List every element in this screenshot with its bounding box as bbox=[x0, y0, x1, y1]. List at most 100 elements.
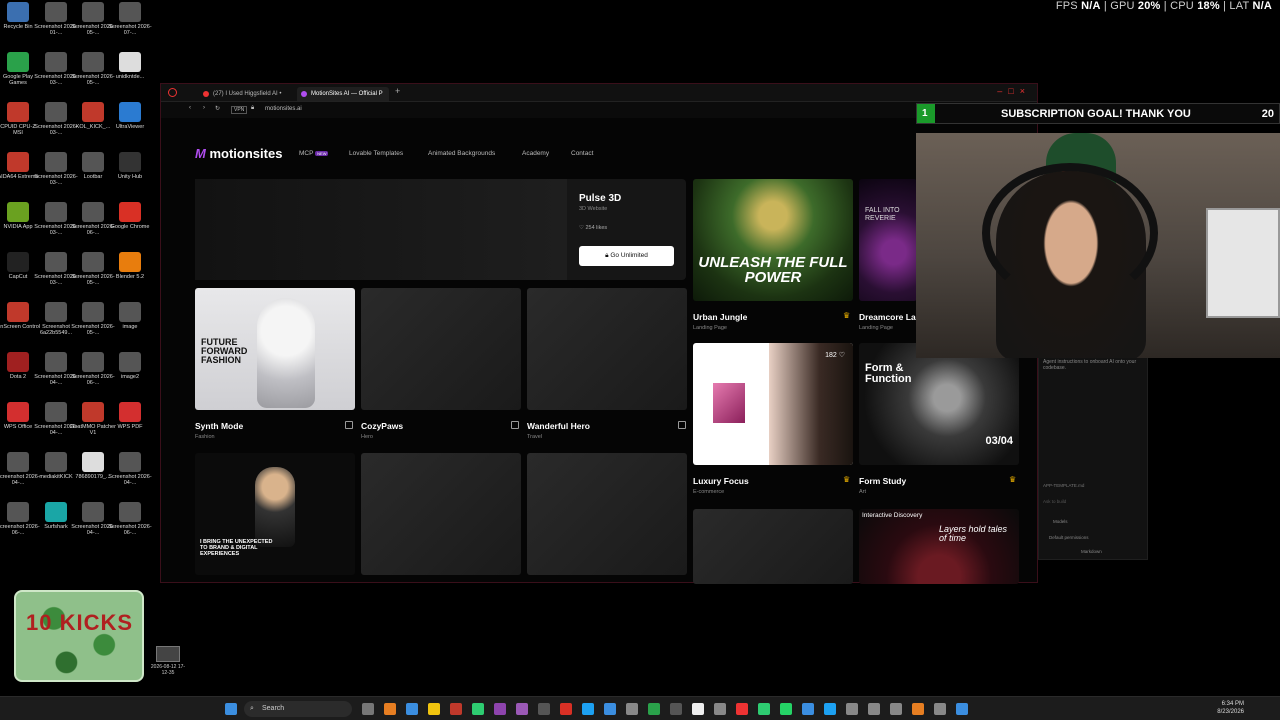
card-luxury-focus-thumb[interactable]: 182 ♡ bbox=[693, 343, 853, 465]
taskbar-app-icon[interactable] bbox=[758, 703, 770, 715]
permissions-toggle[interactable]: Default permissions bbox=[1049, 535, 1089, 540]
taskbar-app-icon[interactable] bbox=[956, 703, 968, 715]
template-file[interactable]: APP-TEMPLATE.md bbox=[1043, 483, 1084, 488]
card-title[interactable]: Dreamcore La bbox=[859, 312, 917, 322]
app-icon bbox=[45, 102, 67, 122]
taskbar-app-icon[interactable] bbox=[560, 703, 572, 715]
taskbar-app-icon[interactable] bbox=[670, 703, 682, 715]
card-form-study-thumb[interactable]: Form & Function 03/04 bbox=[859, 343, 1019, 465]
desktop-icon[interactable]: unidkntde... bbox=[107, 52, 153, 80]
site-logo[interactable]: M motionsites bbox=[195, 146, 282, 161]
system-clock[interactable]: 6:34 PM 8/23/2026 bbox=[1217, 700, 1244, 716]
card-title[interactable]: Wanderful Hero bbox=[527, 421, 590, 431]
taskbar-search[interactable]: ⌕ Search bbox=[244, 701, 352, 717]
desktop-icon[interactable]: Blender 5.2 bbox=[107, 252, 153, 280]
card-synth-mode-thumb[interactable]: FUTURE FORWARD FASHION bbox=[195, 288, 355, 410]
taskbar: ⌕ Search 6:34 PM 8/23/2026 bbox=[0, 696, 1280, 720]
card-title[interactable]: Synth Mode bbox=[195, 421, 243, 431]
models-select[interactable]: Models bbox=[1053, 519, 1068, 524]
vpn-badge[interactable]: VPN bbox=[231, 106, 248, 114]
desktop-folder[interactable]: 2026-08-12 17-12-35 bbox=[150, 646, 186, 676]
card-title[interactable]: CozyPaws bbox=[361, 421, 403, 431]
back-icon[interactable]: ‹ bbox=[189, 105, 191, 111]
taskbar-app-icon[interactable] bbox=[406, 703, 418, 715]
minimize-icon[interactable]: – bbox=[997, 86, 1008, 96]
taskbar-app-icon[interactable] bbox=[582, 703, 594, 715]
card-title[interactable]: Urban Jungle bbox=[693, 312, 747, 322]
taskbar-app-icon[interactable] bbox=[868, 703, 880, 715]
taskbar-app-icon[interactable] bbox=[538, 703, 550, 715]
new-badge: NEW bbox=[315, 151, 329, 156]
card-portfolio-thumb[interactable]: I BRING THE UNEXPECTED TO BRAND & DIGITA… bbox=[195, 453, 355, 575]
taskbar-app-icon[interactable] bbox=[648, 703, 660, 715]
card-cozypaws-thumb[interactable] bbox=[361, 288, 521, 410]
nav-academy[interactable]: Academy bbox=[522, 150, 549, 157]
ask-input[interactable]: Ask to build bbox=[1043, 499, 1066, 504]
taskbar-app-icon[interactable] bbox=[890, 703, 902, 715]
desktop-icon[interactable]: Screenshot 2026-06-... bbox=[107, 502, 153, 536]
nav-lovable-templates[interactable]: Lovable Templates bbox=[349, 150, 403, 157]
taskbar-app-icon[interactable] bbox=[362, 703, 374, 715]
taskbar-app-icon[interactable] bbox=[714, 703, 726, 715]
search-label: Search bbox=[262, 705, 285, 712]
taskbar-app-icon[interactable] bbox=[384, 703, 396, 715]
new-tab-button[interactable]: + bbox=[395, 86, 400, 96]
taskbar-app-icon[interactable] bbox=[692, 703, 704, 715]
app-icon bbox=[82, 302, 104, 322]
browser-menu-icon[interactable] bbox=[168, 88, 177, 97]
desktop-icon[interactable]: image bbox=[107, 302, 153, 330]
taskbar-app-icon[interactable] bbox=[934, 703, 946, 715]
taskbar-app-icon[interactable] bbox=[472, 703, 484, 715]
desktop-icon[interactable]: Google Chrome bbox=[107, 202, 153, 230]
desktop-icon[interactable]: UltraViewer bbox=[107, 102, 153, 130]
reload-icon[interactable]: ↻ bbox=[215, 105, 220, 112]
tab-youtube[interactable]: (27) I Used Higgsfield AI • bbox=[199, 87, 295, 101]
copy-icon[interactable] bbox=[678, 421, 686, 429]
taskbar-app-icon[interactable] bbox=[736, 703, 748, 715]
app-icon bbox=[119, 202, 141, 222]
nav-mcp[interactable]: MCP NEW bbox=[299, 150, 329, 157]
desktop-icon[interactable]: Screenshot 2026-07-... bbox=[107, 2, 153, 36]
taskbar-app-icon[interactable] bbox=[604, 703, 616, 715]
card-placeholder-thumb[interactable] bbox=[527, 453, 687, 575]
taskbar-app-icon[interactable] bbox=[428, 703, 440, 715]
card-dreamcore-thumb[interactable]: FALL INTO REVERIE bbox=[859, 179, 917, 301]
maximize-icon[interactable]: □ bbox=[1008, 86, 1019, 96]
taskbar-app-icon[interactable] bbox=[450, 703, 462, 715]
form-headline: Form & Function bbox=[865, 362, 912, 385]
taskbar-app-icon[interactable] bbox=[494, 703, 506, 715]
card-placeholder-thumb[interactable] bbox=[361, 453, 521, 575]
taskbar-app-icon[interactable] bbox=[516, 703, 528, 715]
copy-icon[interactable] bbox=[511, 421, 519, 429]
desktop-icon[interactable]: Unity Hub bbox=[107, 152, 153, 180]
desktop-icon[interactable]: WPS PDF bbox=[107, 402, 153, 430]
nav-contact[interactable]: Contact bbox=[571, 150, 593, 157]
taskbar-app-icon[interactable] bbox=[846, 703, 858, 715]
window-controls: –□× bbox=[997, 86, 1031, 96]
app-icon bbox=[7, 402, 29, 422]
desktop-icon[interactable]: image2 bbox=[107, 352, 153, 380]
heart-icon[interactable]: ♡ bbox=[839, 352, 845, 359]
desktop-icon[interactable]: Screenshot 2026-04-... bbox=[107, 452, 153, 486]
tab-motionsites[interactable]: MotionSites AI — Official P bbox=[297, 87, 389, 101]
taskbar-app-icon[interactable] bbox=[912, 703, 924, 715]
card-wanderful-thumb[interactable] bbox=[527, 288, 687, 410]
taskbar-app-icon[interactable] bbox=[802, 703, 814, 715]
forward-icon[interactable]: › bbox=[203, 105, 205, 111]
close-icon[interactable]: × bbox=[1020, 86, 1031, 96]
taskbar-app-icon[interactable] bbox=[780, 703, 792, 715]
card-layers-thumb[interactable]: Interactive Discovery Layers hold tales … bbox=[859, 509, 1019, 584]
luxury-likes: 182 ♡ bbox=[825, 351, 845, 359]
nav-animated-backgrounds[interactable]: Animated Backgrounds bbox=[428, 150, 495, 157]
card-title[interactable]: Form Study bbox=[859, 476, 906, 486]
copy-icon[interactable] bbox=[345, 421, 353, 429]
taskbar-app-icon[interactable] bbox=[626, 703, 638, 715]
crown-icon: ♛ bbox=[1009, 475, 1017, 484]
card-urban-jungle-thumb[interactable]: UNLEASH THE FULL POWER bbox=[693, 179, 853, 301]
url-field[interactable]: motionsites.ai bbox=[265, 106, 302, 112]
taskbar-app-icon[interactable] bbox=[824, 703, 836, 715]
card-placeholder-thumb[interactable] bbox=[693, 509, 853, 584]
go-unlimited-button[interactable]: 🔒︎ Go Unlimited bbox=[579, 246, 674, 266]
card-title[interactable]: Luxury Focus bbox=[693, 476, 749, 486]
start-icon[interactable] bbox=[225, 703, 237, 715]
